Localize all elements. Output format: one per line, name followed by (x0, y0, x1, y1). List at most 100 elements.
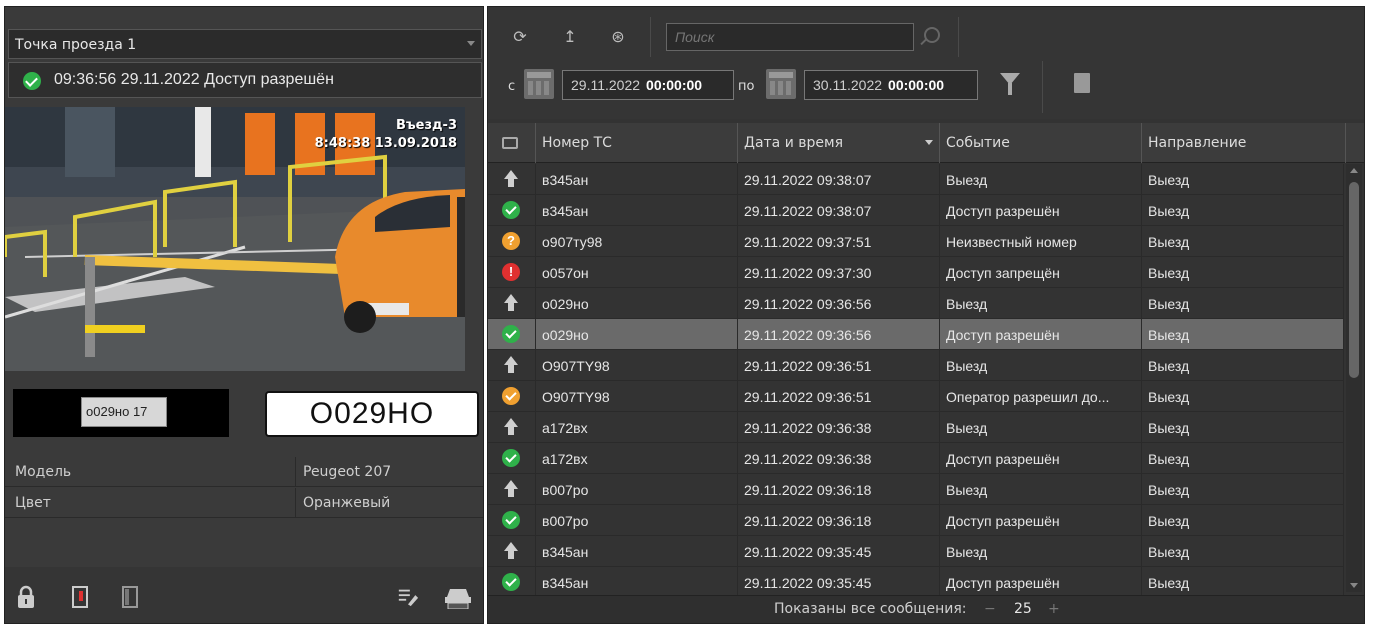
table-scrollbar[interactable] (1346, 164, 1362, 592)
cell-event: Доступ разрешён (940, 505, 1142, 536)
lock-icon[interactable] (15, 585, 37, 609)
check-circle-icon (502, 573, 520, 591)
info-value: Оранжевый (303, 495, 391, 511)
table-row[interactable]: в345ан 29.11.2022 09:35:45 Доступ разрешён… (488, 567, 1344, 595)
cell-datetime: 29.11.2022 09:36:56 (738, 319, 940, 350)
scroll-down-icon[interactable] (1350, 583, 1358, 588)
table-row[interactable]: О907ТY98 29.11.2022 09:36:51 Выезд Выезд (488, 350, 1344, 381)
events-panel: ⟳ ↥ ⊛ с 29.11.2022 00:00:00 по 30.11.2022… (487, 6, 1365, 624)
table-row[interactable]: в345ан 29.11.2022 09:38:07 Доступ разрешён… (488, 195, 1344, 226)
row-icon-cell: ! (488, 257, 536, 288)
messages-count: 25 (1014, 601, 1032, 617)
scroll-up-icon[interactable] (1350, 168, 1358, 173)
info-key: Цвет (15, 495, 51, 511)
barrier-open-icon[interactable] (119, 585, 141, 609)
row-icon-cell: ? (488, 226, 536, 257)
cell-datetime: 29.11.2022 09:36:38 (738, 412, 940, 443)
info-row-color: Цвет Оранжевый (5, 488, 483, 518)
question-circle-icon: ? (502, 232, 520, 250)
table-row[interactable]: в007ро 29.11.2022 09:36:18 Доступ разрешён… (488, 505, 1344, 536)
cell-datetime: 29.11.2022 09:38:07 (738, 164, 940, 195)
cell-event: Доступ разрешён (940, 567, 1142, 595)
cell-plate: О907ТY98 (536, 381, 738, 412)
cell-direction: Выезд (1142, 412, 1344, 443)
table-footer: Показаны все сообщения: − 25 + (488, 595, 1364, 623)
cell-datetime: 29.11.2022 09:36:51 (738, 381, 940, 412)
to-date-field[interactable]: 30.11.2022 00:00:00 (804, 70, 978, 100)
scroll-thumb[interactable] (1349, 182, 1359, 378)
edit-list-icon[interactable] (397, 585, 419, 609)
table-header: Номер ТС Дата и время Событие Направлени… (488, 123, 1364, 163)
filter-icon[interactable] (1000, 73, 1020, 95)
export-icon[interactable] (1074, 73, 1090, 93)
col-header-event[interactable]: Событие (940, 123, 1142, 163)
info-value: Peugeot 207 (303, 464, 392, 480)
table-row[interactable]: а172вх 29.11.2022 09:36:38 Выезд Выезд (488, 412, 1344, 443)
events-table: Номер ТС Дата и время Событие Направлени… (488, 123, 1364, 595)
col-header-datetime[interactable]: Дата и время (738, 123, 940, 163)
barrier-close-icon[interactable] (69, 585, 91, 609)
cell-direction: Выезд (1142, 443, 1344, 474)
arrow-up-icon (502, 542, 520, 560)
cell-direction: Выезд (1142, 226, 1344, 257)
row-icon-cell (488, 474, 536, 505)
cell-direction: Выезд (1142, 474, 1344, 505)
table-row[interactable]: в345ан 29.11.2022 09:35:45 Выезд Выезд (488, 536, 1344, 567)
cell-datetime: 29.11.2022 09:36:56 (738, 288, 940, 319)
check-circle-icon (502, 201, 520, 219)
table-row[interactable]: в007ро 29.11.2022 09:36:18 Выезд Выезд (488, 474, 1344, 505)
col-header-plate[interactable]: Номер ТС (536, 123, 738, 163)
table-row[interactable]: о029но 29.11.2022 09:36:56 Доступ разрешён… (488, 319, 1344, 350)
cell-datetime: 29.11.2022 09:36:18 (738, 505, 940, 536)
check-circle-icon (502, 325, 520, 343)
autoscroll-icon[interactable]: ↥ (558, 25, 582, 49)
checkpoint-select[interactable]: Точка проезда 1 (8, 29, 482, 59)
cell-plate: О907ТY98 (536, 350, 738, 381)
row-icon-cell (488, 505, 536, 536)
arrow-up-icon (502, 170, 520, 188)
search-input[interactable] (666, 23, 914, 51)
settings-wheel-icon[interactable]: ⊛ (606, 25, 630, 49)
search-icon[interactable] (924, 27, 940, 43)
column-chooser[interactable] (488, 123, 536, 163)
row-icon-cell (488, 443, 536, 474)
camera-name: Въезд-3 (396, 118, 457, 133)
increase-count-button[interactable]: + (1048, 601, 1060, 617)
camera-overlay: Въезд-3 8:48:38 13.09.2018 (315, 117, 457, 153)
row-icon-cell (488, 319, 536, 350)
from-date: 29.11.2022 (571, 77, 641, 93)
table-row[interactable]: о029но 29.11.2022 09:36:56 Выезд Выезд (488, 288, 1344, 319)
col-header-datetime-label: Дата и время (744, 135, 843, 151)
vehicle-plate-icon[interactable] (443, 585, 473, 609)
from-time: 00:00:00 (646, 77, 703, 93)
cell-event: Оператор разрешил до... (940, 381, 1142, 412)
table-row[interactable]: в345ан 29.11.2022 09:38:07 Выезд Выезд (488, 164, 1344, 195)
col-header-direction[interactable]: Направление (1142, 123, 1346, 163)
messages-shown-label: Показаны все сообщения: (774, 601, 967, 617)
cell-datetime: 29.11.2022 09:35:45 (738, 536, 940, 567)
cell-direction: Выезд (1142, 195, 1344, 226)
decrease-count-button[interactable]: − (984, 601, 996, 617)
cell-direction: Выезд (1142, 536, 1344, 567)
camera-timestamp: 8:48:38 13.09.2018 (314, 136, 457, 151)
cell-plate: в345ан (536, 567, 738, 595)
recognized-plate: O029HO (265, 391, 479, 437)
table-row[interactable]: ? о907ту98 29.11.2022 09:37:51 Неизвестный … (488, 226, 1344, 257)
cell-plate: в345ан (536, 195, 738, 226)
table-row[interactable]: а172вх 29.11.2022 09:36:38 Доступ разрешён… (488, 443, 1344, 474)
table-row[interactable]: О907ТY98 29.11.2022 09:36:51 Оператор разр… (488, 381, 1344, 412)
row-icon-cell (488, 288, 536, 319)
calendar-from-icon[interactable] (524, 69, 554, 99)
row-icon-cell (488, 350, 536, 381)
arrow-up-icon (502, 480, 520, 498)
cell-event: Выезд (940, 474, 1142, 505)
table-row[interactable]: ! о057он 29.11.2022 09:37:30 Доступ запрещё… (488, 257, 1344, 288)
cell-direction: Выезд (1142, 257, 1344, 288)
cell-plate: а172вх (536, 443, 738, 474)
calendar-to-icon[interactable] (766, 69, 796, 99)
last-event-text: 09:36:56 29.11.2022 Доступ разрешён (54, 71, 334, 88)
refresh-icon[interactable]: ⟳ (508, 25, 532, 49)
from-date-field[interactable]: 29.11.2022 00:00:00 (562, 70, 734, 100)
from-label: с (508, 79, 516, 94)
cell-datetime: 29.11.2022 09:36:51 (738, 350, 940, 381)
